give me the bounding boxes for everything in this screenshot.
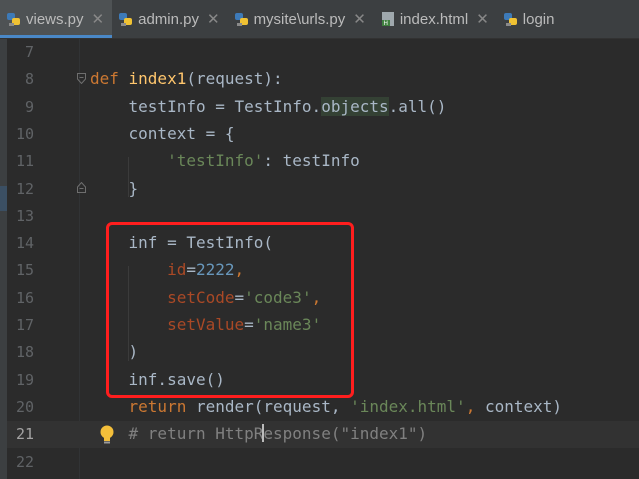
line-number: 15 xyxy=(15,261,34,280)
line-number: 8 xyxy=(24,70,34,89)
line-number: 9 xyxy=(24,97,34,116)
html-file-icon: H xyxy=(381,12,394,27)
code-token: context) xyxy=(484,396,563,416)
code-token: 'index.html' xyxy=(350,396,466,416)
code-token: render(request, xyxy=(195,396,351,416)
tab-label: admin.py xyxy=(138,10,199,28)
code-line[interactable]: 9 testInfo = TestInfo.objects.all() xyxy=(7,94,639,121)
tab-index-html[interactable]: Hindex.html ✕ xyxy=(374,0,497,38)
code-token: , xyxy=(465,396,485,416)
code-text: return render(request, 'index.html', con… xyxy=(90,396,562,418)
close-icon[interactable]: ✕ xyxy=(207,10,220,28)
close-icon[interactable]: ✕ xyxy=(92,10,105,28)
lightbulb-icon[interactable] xyxy=(97,424,117,446)
code-text: 'testInfo': testInfo xyxy=(90,150,360,172)
python-file-icon xyxy=(234,13,248,26)
code-text: # return HttpResponse("index1") xyxy=(90,423,427,445)
line-number: 13 xyxy=(15,206,34,225)
tab-label: views.py xyxy=(26,10,84,28)
tab-label: mysite\urls.py xyxy=(253,10,346,28)
line-number: 18 xyxy=(15,343,34,362)
code-line[interactable]: 7 xyxy=(7,39,639,66)
line-number: 16 xyxy=(15,288,34,307)
line-number: 17 xyxy=(15,316,34,334)
tab-mysite-urls-py[interactable]: mysite\urls.py ✕ xyxy=(228,0,374,38)
code-line[interactable]: 12 } xyxy=(7,176,639,203)
line-number: 11 xyxy=(15,152,34,171)
svg-text:H: H xyxy=(383,20,388,27)
code-token: testInfo = TestInfo. xyxy=(90,96,322,116)
tab-label: login xyxy=(522,10,555,28)
python-file-icon xyxy=(119,13,133,26)
tab-admin-py[interactable]: admin.py ✕ xyxy=(112,0,227,38)
tab-label: index.html xyxy=(399,10,469,28)
code-token: return xyxy=(128,396,196,416)
code-text: testInfo = TestInfo.objects.all() xyxy=(90,96,446,118)
line-number: 10 xyxy=(15,124,34,143)
code-token: objects xyxy=(321,96,389,116)
code-line[interactable]: 8 def index1(request): xyxy=(7,66,639,93)
code-text: def index1(request): xyxy=(90,68,283,90)
code-line[interactable]: 10 context = { xyxy=(7,121,639,148)
code-token: index1 xyxy=(128,69,187,89)
code-line[interactable]: 11 'testInfo': testInfo xyxy=(7,148,639,175)
line-number: 7 xyxy=(24,43,34,61)
python-file-icon xyxy=(7,13,20,26)
line-number: 14 xyxy=(15,234,34,253)
line-number: 19 xyxy=(15,370,34,389)
tab-views-py[interactable]: views.py ✕ xyxy=(0,0,113,38)
code-token: context = { xyxy=(90,123,235,143)
code-token: .all() xyxy=(388,96,447,116)
line-number: 22 xyxy=(15,452,34,471)
code-line[interactable]: 22 xyxy=(7,449,639,476)
code-token: : testInfo xyxy=(263,151,360,171)
line-number: 21 xyxy=(15,425,34,444)
tab-login[interactable]: login xyxy=(497,0,563,38)
line-number: 12 xyxy=(15,179,34,198)
close-icon[interactable]: ✕ xyxy=(353,10,366,28)
code-token: (request): xyxy=(186,69,283,89)
code-text: context = { xyxy=(90,123,235,145)
editor-tab-bar: views.py ✕ admin.py ✕ mysite\urls.py ✕ Hindex.… xyxy=(0,0,639,39)
close-icon[interactable]: ✕ xyxy=(476,10,489,28)
code-token: def xyxy=(90,69,129,89)
line-number: 20 xyxy=(15,397,34,416)
code-token: esponse("index1") xyxy=(263,424,428,444)
python-file-icon xyxy=(503,13,517,26)
code-token: 'testInfo' xyxy=(167,151,264,171)
tool-window-strip xyxy=(0,39,7,479)
code-text: } xyxy=(90,178,139,200)
annotation-highlight-box xyxy=(106,222,354,398)
code-token: } xyxy=(90,178,139,198)
tool-window-marker[interactable] xyxy=(0,186,7,211)
